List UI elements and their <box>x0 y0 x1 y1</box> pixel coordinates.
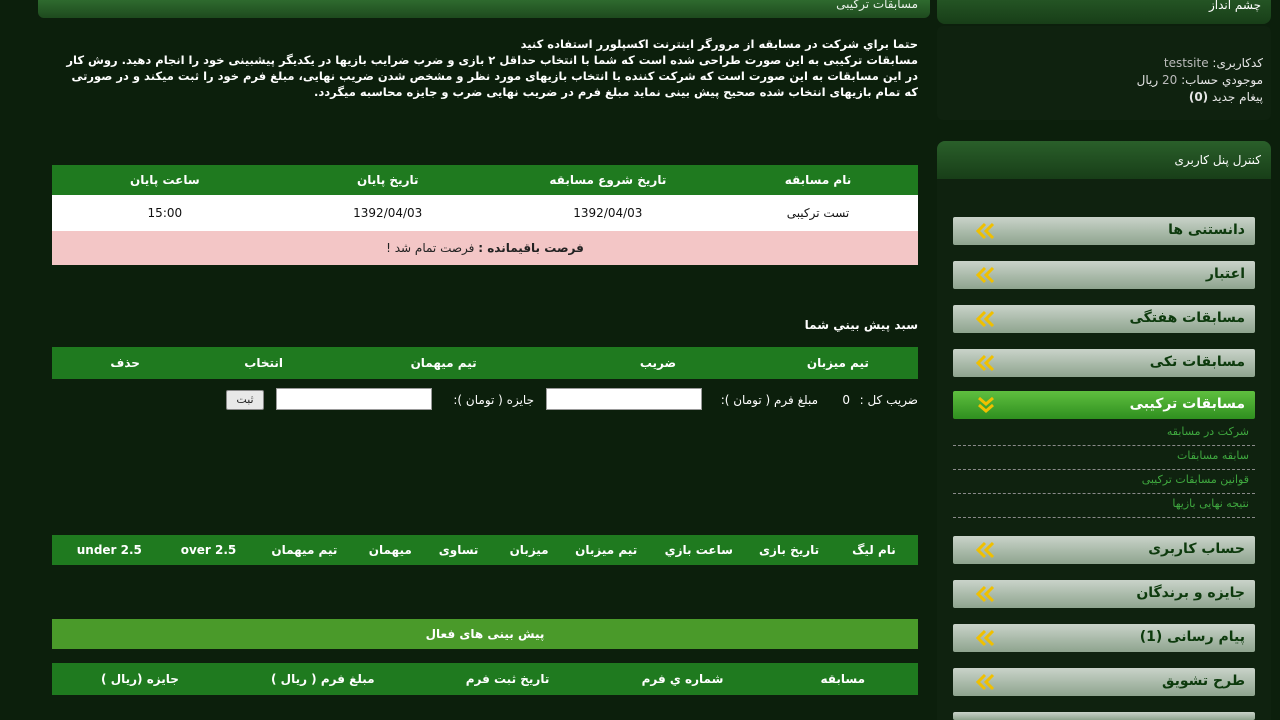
menu-item-weekly[interactable]: مسابقات هفتگی <box>953 305 1255 333</box>
chevron-double-left-icon <box>975 266 995 284</box>
col-header: تساوی <box>438 543 479 557</box>
chevron-double-left-icon <box>975 673 995 691</box>
remaining-time: فرصت باقیمانده : فرصت تمام شد ! <box>52 231 918 265</box>
basket-table: تیم میزبان ضریب تیم میهمان انتخاب حذف <box>52 347 918 379</box>
chevron-double-left-icon <box>975 541 995 559</box>
predictions-table: مسابقه شماره ي فرم تاریخ ثبت فرم مبلغ فر… <box>52 663 918 695</box>
col-header: تیم میزبان <box>806 356 869 370</box>
col-header: حذف <box>110 356 140 370</box>
menu-label: مسابقات ترکیبی <box>1129 396 1245 412</box>
total-coef-value: 0 <box>842 393 850 407</box>
col-header: تیم میهمان <box>271 543 338 557</box>
col-header: جایزه (ریال ) <box>101 672 179 686</box>
col-header: ضریب <box>639 356 677 370</box>
submenu-label: قوانین مسابقات ترکیبی <box>1141 473 1249 486</box>
menu-item-combined[interactable]: مسابقات ترکیبی <box>953 391 1255 419</box>
chevron-double-left-icon <box>975 222 995 240</box>
col-header: مبلغ فرم ( ریال ) <box>271 672 375 686</box>
col-header: انتخاب <box>244 356 283 370</box>
col-header: تاریخ شروع مسابقه <box>549 173 667 187</box>
basket-input-row: ضریب کل : 0 مبلغ فرم ( تومان ): جایزه ( … <box>52 388 918 414</box>
start-date: 1392/04/03 <box>573 206 643 220</box>
menu-item-single[interactable]: مسابقات تکی <box>953 349 1255 377</box>
prize-input[interactable] <box>276 388 432 410</box>
messages-label[interactable]: پیغام جدید <box>1212 90 1263 104</box>
col-header: تاریخ بازی <box>759 543 820 557</box>
submenu-label: نتیجه نهایی بازیها <box>1172 497 1249 510</box>
active-predictions-bar: پیش بینی های فعال <box>52 619 918 649</box>
chevron-double-left-icon <box>975 585 995 603</box>
chevron-double-left-icon <box>975 629 995 647</box>
menu-item-more[interactable] <box>953 712 1255 720</box>
menu-item-knowledge[interactable]: دانستنی ها <box>953 217 1255 245</box>
basket-title: سبد پیش بيني شما <box>804 318 918 332</box>
submenu-join[interactable]: شرکت در مسابقه <box>953 421 1255 446</box>
intro-text: حتما براي شرکت در مسابقه از مرورگر اینتر… <box>60 36 918 100</box>
menu-item-prizes[interactable]: جایزه و برندگان <box>953 580 1255 608</box>
games-table: نام لیگ تاریخ بازی ساعت بازي تیم میزبان … <box>52 535 918 565</box>
col-header: تیم میهمان <box>410 356 477 370</box>
col-header: نام لیگ <box>852 543 896 557</box>
menu-label: اعتبار <box>1205 266 1245 282</box>
panel-title: کنترل پنل کاربری <box>1174 153 1262 167</box>
outlook-header: چشم انداز <box>937 0 1271 24</box>
prize-label: جایزه ( تومان ): <box>453 393 534 407</box>
menu-item-credit[interactable]: اعتبار <box>953 261 1255 289</box>
chevron-double-down-icon <box>978 396 994 413</box>
balance-label: موجودي حساب: <box>1181 73 1263 87</box>
menu-item-incentive[interactable]: طرح تشویق <box>953 668 1255 696</box>
col-header: over 2.5 <box>180 543 237 557</box>
intro-line: مسابقات ترکیبی به این صورت طراحی شده است… <box>66 53 918 99</box>
menu-label: حساب کاربری <box>1148 541 1245 557</box>
menu-label: مسابقات هفتگی <box>1129 310 1245 326</box>
panel-header: کنترل پنل کاربری <box>937 141 1271 179</box>
username-label: کدکاربری: <box>1212 56 1263 70</box>
outlook-title: چشم انداز <box>1208 0 1261 12</box>
chevron-double-left-icon <box>975 310 995 328</box>
contest-name: تست ترکیبی <box>786 206 850 220</box>
menu-label: جایزه و برندگان <box>1136 585 1245 601</box>
remaining-value: فرصت تمام شد ! <box>386 241 475 255</box>
menu-label: پیام رسانی (1) <box>1139 629 1245 645</box>
end-time: 15:00 <box>147 206 183 220</box>
contest-table: نام مسابقه تاریخ شروع مسابقه تاریخ پایان… <box>52 165 918 265</box>
total-coef-label: ضریب کل : <box>859 393 918 407</box>
submenu-rules[interactable]: قوانین مسابقات ترکیبی <box>953 469 1255 494</box>
submenu-history[interactable]: سابقه مسابقات <box>953 445 1255 470</box>
col-header: ساعت پایان <box>130 173 200 187</box>
form-amount-label: مبلغ فرم ( تومان ): <box>720 393 818 407</box>
menu-item-messaging[interactable]: پیام رسانی (1) <box>953 624 1255 652</box>
messages-count: (0) <box>1188 90 1209 104</box>
menu-item-account[interactable]: حساب کاربری <box>953 536 1255 564</box>
end-date: 1392/04/03 <box>353 206 423 220</box>
col-header: نام مسابقه <box>784 173 852 187</box>
col-header: ساعت بازي <box>664 543 733 557</box>
user-info-box: کدکاربری: testsite موجودي حساب: 20 ريال … <box>937 26 1271 120</box>
col-header: تاریخ ثبت فرم <box>465 672 550 686</box>
submenu-results[interactable]: نتیجه نهایی بازیها <box>953 493 1255 518</box>
submit-button[interactable]: ثبت <box>226 390 264 410</box>
col-header: میزبان <box>509 543 549 557</box>
balance-value: 20 <box>1161 73 1178 87</box>
col-header: شماره ي فرم <box>641 672 724 686</box>
username: testsite <box>1163 56 1209 70</box>
remaining-label: فرصت باقیمانده : <box>478 241 584 255</box>
menu-label: طرح تشویق <box>1161 673 1245 689</box>
menu-label: دانستنی ها <box>1168 222 1245 238</box>
balance-unit: ريال <box>1136 73 1159 87</box>
submenu-label: شرکت در مسابقه <box>1166 425 1249 438</box>
intro-line: حتما براي شرکت در مسابقه از مرورگر اینتر… <box>520 37 918 51</box>
main-header: مسابقات ترکیبی <box>38 0 930 18</box>
col-header: تیم میزبان <box>575 543 638 557</box>
col-header: under 2.5 <box>76 543 142 557</box>
page-title: مسابقات ترکیبی <box>836 0 918 11</box>
menu-label: مسابقات تکی <box>1149 354 1245 370</box>
col-header: تاریخ پایان <box>356 173 419 187</box>
col-header: مسابقه <box>820 672 866 686</box>
col-header: میهمان <box>368 543 412 557</box>
form-amount-input[interactable] <box>546 388 702 410</box>
chevron-double-left-icon <box>975 354 995 372</box>
submenu-label: سابقه مسابقات <box>1177 449 1249 462</box>
